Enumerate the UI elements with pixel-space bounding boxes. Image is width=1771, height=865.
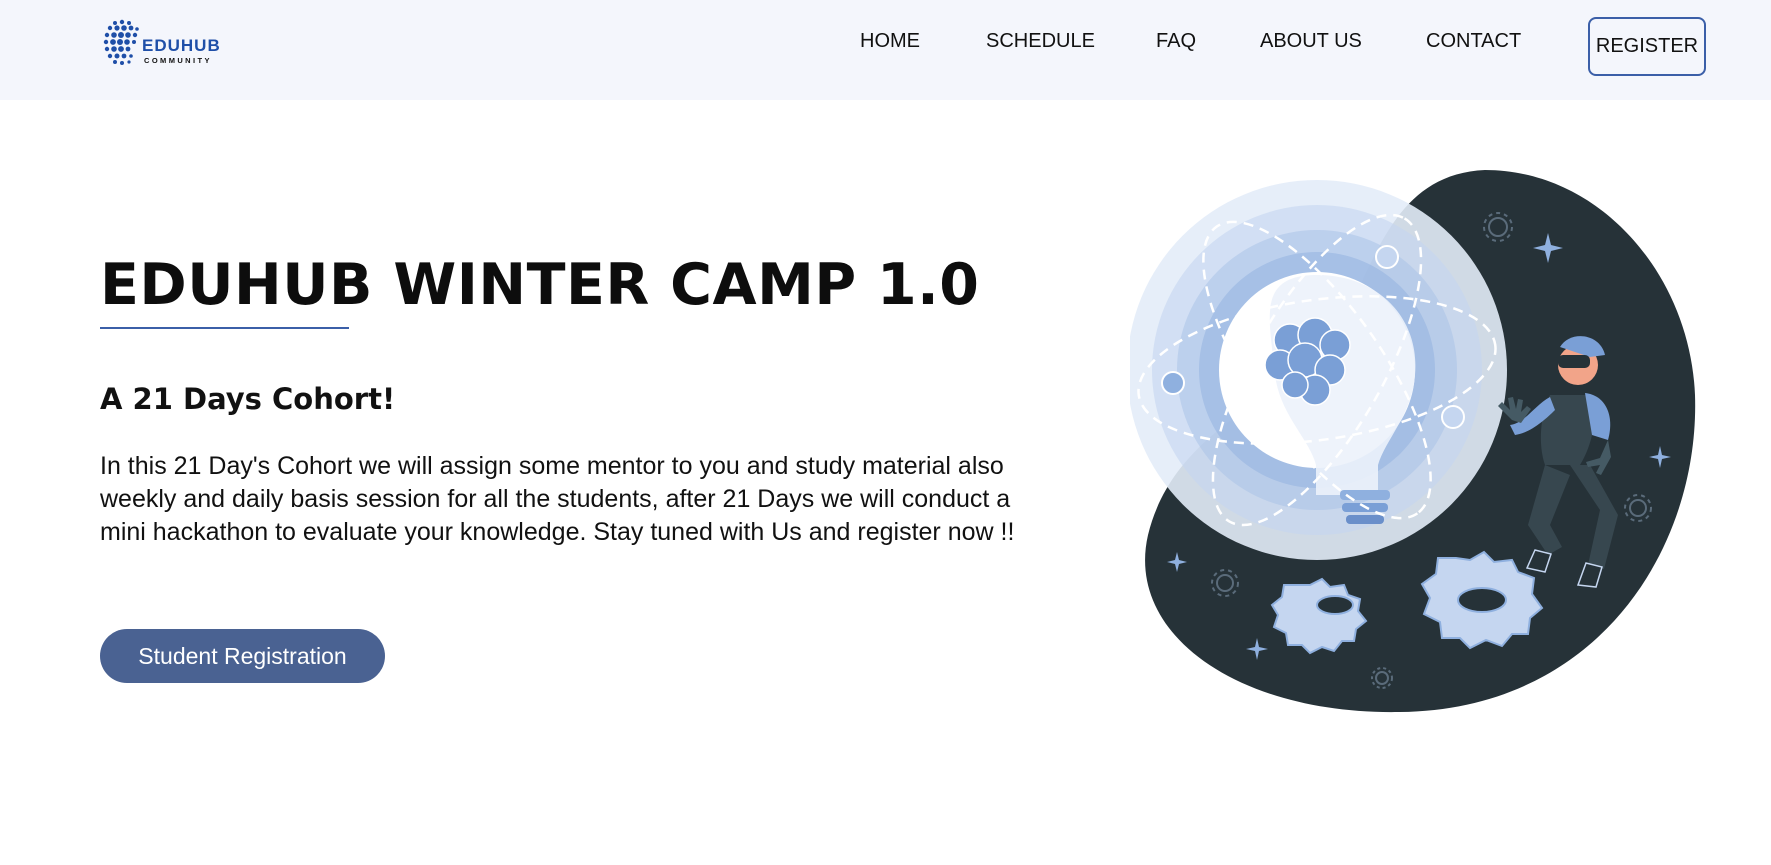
nav-item-about-us[interactable]: ABOUT US	[1260, 30, 1362, 53]
nav-item-home[interactable]: HOME	[860, 30, 920, 53]
nav-item-faq[interactable]: FAQ	[1156, 30, 1196, 53]
main-nav: HOME SCHEDULE FAQ ABOUT US CONTACT	[0, 0, 1771, 100]
navbar: EDUHUB COMMUNITY HOME SCHEDULE FAQ ABOUT…	[0, 0, 1771, 100]
hero-description: In this 21 Day's Cohort we will assign s…	[100, 452, 1015, 546]
nav-item-schedule[interactable]: SCHEDULE	[986, 30, 1095, 53]
hero-subtitle: A 21 Days Cohort!	[100, 382, 396, 416]
title-underline	[100, 327, 349, 329]
lightbulb-vr-person-gears-illustration	[1130, 170, 1696, 713]
student-registration-button[interactable]: Student Registration	[100, 629, 385, 683]
nav-item-contact[interactable]: CONTACT	[1426, 30, 1521, 53]
register-button[interactable]: REGISTER	[1588, 17, 1706, 76]
page-title: EDUHUB WINTER CAMP 1.0	[100, 252, 980, 318]
